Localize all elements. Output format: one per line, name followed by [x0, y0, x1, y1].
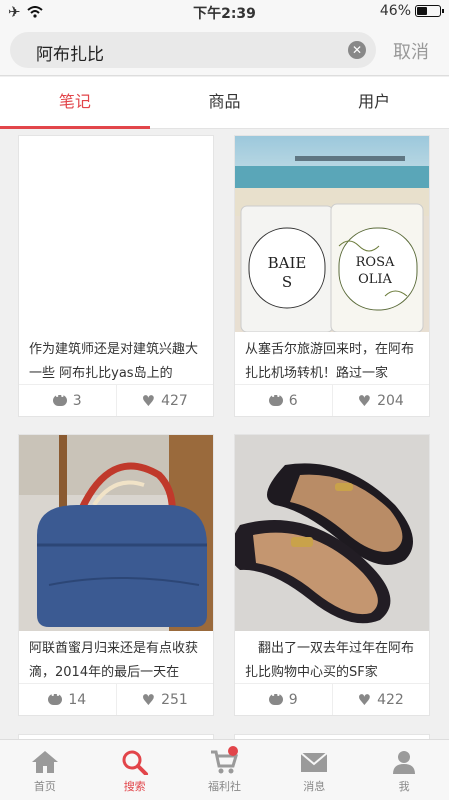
like-count[interactable]: ♥ 251: [115, 684, 214, 715]
result-tabs: 笔记 商品 用户: [0, 77, 449, 129]
nav-messages[interactable]: 消息: [269, 740, 359, 800]
clear-icon[interactable]: ✕: [348, 41, 366, 59]
comment-icon: [48, 691, 63, 705]
home-icon: [31, 751, 58, 773]
note-card[interactable]: 翻出了一双去年过年在阿布扎比购物中心买的SF家 9 ♥422: [234, 434, 430, 716]
battery-icon: [415, 5, 444, 17]
tab-products[interactable]: 商品: [150, 77, 300, 128]
heart-icon: ♥: [141, 391, 156, 410]
note-text: 阿联酋蜜月归来还是有点收获滴，2014年的最后一天在: [29, 641, 199, 680]
notes-grid: 作为建筑师还是对建筑兴趣大一些 阿布扎比yas岛上的 3 ♥427: [0, 129, 449, 739]
note-image-handbag: [19, 435, 213, 631]
search-query: 阿布扎比: [36, 45, 104, 65]
comment-icon: [52, 392, 67, 406]
nav-welfare[interactable]: 福利社: [180, 740, 270, 800]
cancel-button[interactable]: 取消: [393, 38, 429, 64]
note-text: 翻出了一双去年过年在阿布扎比购物中心买的SF家: [245, 641, 415, 680]
note-text: 从塞舌尔旅游回来时，在阿布扎比机场转机！路过一家: [245, 342, 415, 381]
envelope-icon: [300, 752, 328, 772]
note-image-shoes: [235, 435, 429, 631]
note-text: 作为建筑师还是对建筑兴趣大一些 阿布扎比yas岛上的: [29, 342, 199, 381]
comment-count[interactable]: 3: [19, 385, 116, 416]
nav-search[interactable]: 搜索: [90, 740, 180, 800]
battery-percent: 46%: [379, 3, 411, 19]
like-count[interactable]: ♥ 427: [115, 385, 214, 416]
comment-count[interactable]: 6: [235, 385, 332, 416]
heart-icon: ♥: [141, 690, 156, 709]
like-count[interactable]: ♥ 422: [331, 684, 430, 715]
nav-home[interactable]: 首页: [0, 740, 90, 800]
note-image-blank: [19, 136, 213, 332]
tab-notes[interactable]: 笔记: [0, 77, 150, 129]
note-card[interactable]: 作为建筑师还是对建筑兴趣大一些 阿布扎比yas岛上的 3 ♥427: [18, 135, 214, 417]
search-input[interactable]: 阿布扎比 ✕: [10, 32, 376, 68]
candle-label-baies: BAIES: [267, 254, 307, 291]
note-card[interactable]: 阿联酋蜜月归来还是有点收获滴，2014年的最后一天在 14 ♥251: [18, 434, 214, 716]
comment-count[interactable]: 14: [19, 684, 116, 715]
heart-icon: ♥: [357, 391, 372, 410]
search-icon: [122, 750, 148, 775]
search-bar: 阿布扎比 ✕ 取消: [0, 24, 449, 76]
like-count[interactable]: ♥ 204: [331, 385, 430, 416]
comment-count[interactable]: 9: [235, 684, 332, 715]
person-icon: [393, 751, 416, 774]
heart-icon: ♥: [357, 690, 372, 709]
note-card[interactable]: BAIES ROSAOLIA 从塞舌尔旅游回来时，在阿布扎比机场转机！路过一家 …: [234, 135, 430, 417]
comment-icon: [268, 392, 283, 406]
comment-icon: [268, 691, 283, 705]
candle-label-rosaolia: ROSAOLIA: [355, 255, 395, 287]
note-image-candles: BAIES ROSAOLIA: [235, 136, 429, 332]
status-bar: ✈ 下午2:39 46%: [0, 0, 449, 24]
tab-users[interactable]: 用户: [299, 77, 449, 128]
bottom-nav: 首页 搜索 福利社 消息 我: [0, 739, 449, 800]
nav-me[interactable]: 我: [359, 740, 449, 800]
